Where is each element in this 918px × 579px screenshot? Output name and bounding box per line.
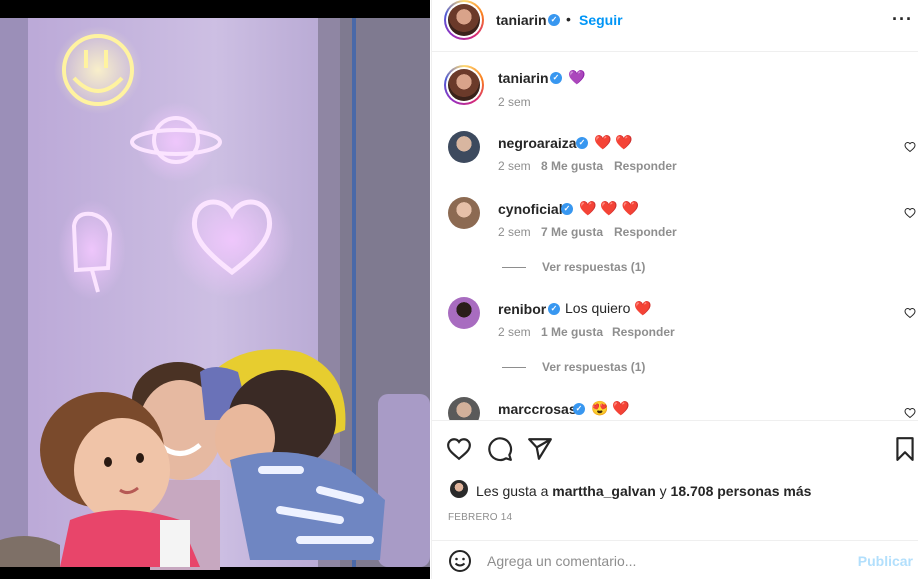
post-actions: Les gusta a marttha_galvan y 18.708 pers… [432,420,918,540]
follow-button[interactable]: Seguir [579,12,623,28]
replies-divider [502,267,526,268]
comment-avatar[interactable] [448,197,480,229]
verified-icon: ✓ [576,137,588,149]
photo-illustration [0,0,430,579]
comment-time: 2 sem [498,325,531,339]
liked-by-user[interactable]: marttha_galvan [552,483,655,499]
likes-count[interactable]: 18.708 personas más [671,483,812,499]
reply-button[interactable]: Responder [614,159,677,173]
liker-avatar[interactable] [450,480,468,498]
comment-like-icon[interactable] [904,207,916,219]
comment-like-icon[interactable] [904,307,916,319]
more-options-icon[interactable]: ··· [892,9,913,30]
comment-likes[interactable]: 1 Me gusta [541,325,603,339]
comment-input[interactable] [487,551,847,571]
comment-like-icon[interactable] [904,141,916,153]
comment-icon[interactable] [487,436,513,462]
verified-icon: ✓ [561,203,573,215]
comment-username[interactable]: renibor [498,301,546,317]
share-icon[interactable] [527,436,553,462]
comment-username[interactable]: marccrosas [498,401,577,417]
view-replies-button[interactable]: Ver respuestas (1) [542,360,645,374]
comment-time: 2 sem [498,159,531,173]
comment-username[interactable]: negroaraiza [498,135,577,151]
verified-icon: ✓ [548,303,560,315]
comment-likes[interactable]: 8 Me gusta [541,159,603,173]
caption-avatar[interactable] [444,65,484,105]
comments-list[interactable]: taniarin ✓ 💜 2 sem negroaraiza ✓ ❤️ ❤️ 2… [432,53,918,420]
post-panel: taniarin ✓ • Seguir ··· taniarin ✓ 💜 2 s… [431,0,918,579]
comment-text: ❤️ ❤️ ❤️ [579,200,640,216]
post-date[interactable]: FEBRERO 14 [448,512,512,523]
liked-by-suffix: y [659,483,667,499]
view-replies-button[interactable]: Ver respuestas (1) [542,260,645,274]
comment-avatar[interactable] [448,131,480,163]
caption-time: 2 sem [498,95,531,109]
liked-by-text: Les gusta a marttha_galvan y 18.708 pers… [476,483,811,499]
post-header: taniarin ✓ • Seguir ··· [432,0,918,52]
comment-time: 2 sem [498,225,531,239]
caption-username[interactable]: taniarin [498,70,549,86]
verified-icon: ✓ [548,14,560,26]
post-photo[interactable] [0,0,430,579]
save-icon[interactable] [892,436,918,462]
verified-icon: ✓ [550,72,562,84]
reply-button[interactable]: Responder [612,325,675,339]
comment-avatar[interactable] [448,397,480,420]
like-icon[interactable] [446,436,472,462]
comment-likes[interactable]: 7 Me gusta [541,225,603,239]
comment-composer: Publicar [432,540,918,579]
comment-like-icon[interactable] [904,407,916,419]
author-username[interactable]: taniarin [496,12,547,28]
reply-button[interactable]: Responder [614,225,677,239]
comment-username[interactable]: cynoficial [498,201,563,217]
comment-text: Los quiero ❤️ [565,300,652,316]
comment-text: ❤️ ❤️ [594,134,633,150]
author-avatar[interactable] [444,0,484,40]
separator-dot: • [566,11,571,27]
liked-by-prefix: Les gusta a [476,483,549,499]
publish-button[interactable]: Publicar [858,553,913,569]
comment-avatar[interactable] [448,297,480,329]
comment-text: 😍 ❤️ [591,400,630,416]
replies-divider [502,367,526,368]
caption-text: 💜 [568,69,586,85]
verified-icon: ✓ [573,403,585,415]
emoji-icon[interactable] [448,549,472,573]
